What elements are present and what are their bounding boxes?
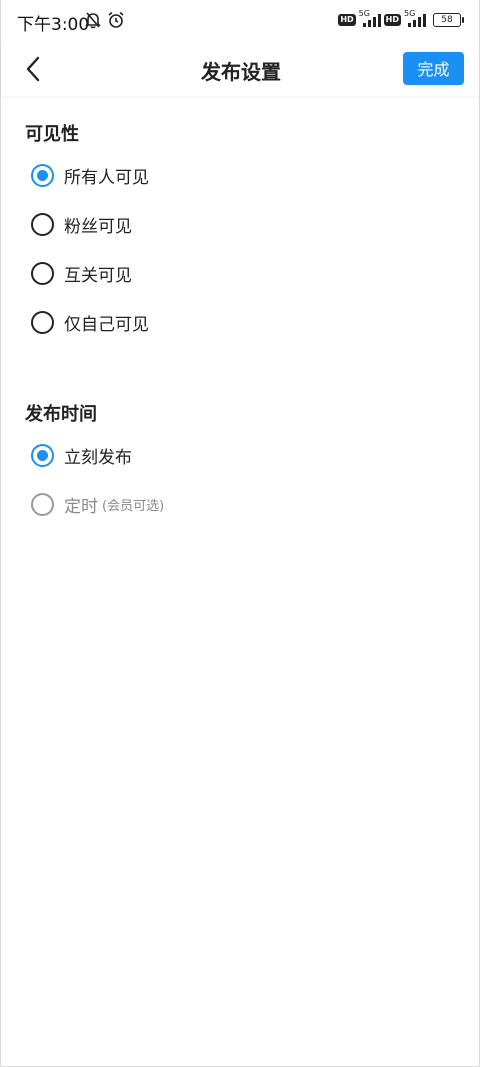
visibility-section-title: 可见性	[25, 124, 79, 145]
option-fans[interactable]: 粉丝可见	[31, 210, 132, 238]
radio-icon[interactable]	[31, 212, 54, 236]
status-time: 下午3:00	[17, 15, 90, 35]
option-everyone[interactable]: 所有人可见	[31, 161, 149, 189]
done-button[interactable]: 完成	[403, 52, 464, 85]
alarm-icon	[108, 11, 124, 28]
option-label: 立刻发布	[64, 447, 132, 468]
radio-disabled-icon[interactable]	[31, 492, 54, 516]
option-self[interactable]: 仅自己可见	[31, 308, 149, 336]
signal-5g-icon: 5G	[359, 9, 381, 29]
option-label: 所有人可见	[64, 167, 149, 188]
battery-icon: 58	[433, 13, 464, 27]
radio-icon[interactable]	[31, 310, 54, 334]
nav-bar: 发布设置 完成	[1, 42, 480, 96]
signal-5g-icon-2: 5G	[404, 9, 426, 29]
option-scheduled[interactable]: 定时 (会员可选)	[31, 490, 164, 518]
option-label: 定时	[64, 496, 98, 517]
hd-badge-2: HD	[383, 14, 401, 26]
hd-badge: HD	[338, 14, 356, 26]
status-bar: 下午3:00 HD 5G HD 5G 58	[1, 0, 480, 42]
option-publish-now[interactable]: 立刻发布	[31, 441, 132, 469]
status-icons-right: HD 5G HD 5G 58	[338, 9, 464, 29]
radio-selected-icon[interactable]	[31, 163, 54, 187]
bell-off-icon	[85, 12, 101, 29]
radio-icon[interactable]	[31, 261, 54, 285]
member-only-note: (会员可选)	[102, 498, 165, 514]
option-label: 互关可见	[64, 265, 132, 286]
radio-selected-icon[interactable]	[31, 443, 54, 467]
option-label: 仅自己可见	[64, 314, 149, 335]
status-icons-left	[85, 11, 125, 29]
publish-time-section-title: 发布时间	[25, 404, 97, 425]
option-label: 粉丝可见	[64, 216, 132, 237]
option-mutual[interactable]: 互关可见	[31, 259, 132, 287]
battery-level: 58	[441, 15, 453, 25]
